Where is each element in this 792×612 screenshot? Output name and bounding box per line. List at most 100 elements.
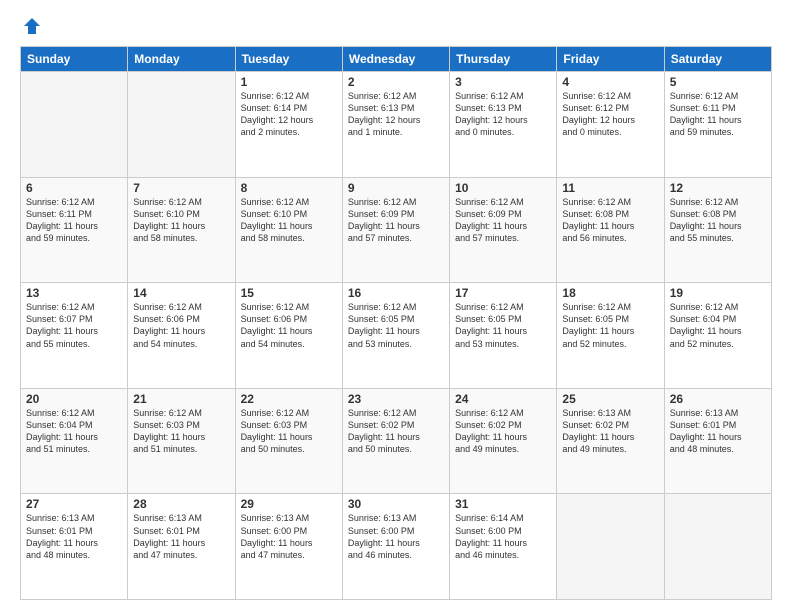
- header: [20, 16, 772, 36]
- day-number: 15: [241, 286, 337, 300]
- day-number: 2: [348, 75, 444, 89]
- calendar-day-header: Saturday: [664, 47, 771, 72]
- calendar-week-row: 1Sunrise: 6:12 AM Sunset: 6:14 PM Daylig…: [21, 72, 772, 178]
- day-info: Sunrise: 6:13 AM Sunset: 6:01 PM Dayligh…: [670, 407, 766, 456]
- day-number: 1: [241, 75, 337, 89]
- calendar-header-row: SundayMondayTuesdayWednesdayThursdayFrid…: [21, 47, 772, 72]
- calendar-cell: 10Sunrise: 6:12 AM Sunset: 6:09 PM Dayli…: [450, 177, 557, 283]
- day-info: Sunrise: 6:12 AM Sunset: 6:11 PM Dayligh…: [670, 90, 766, 139]
- day-info: Sunrise: 6:12 AM Sunset: 6:04 PM Dayligh…: [26, 407, 122, 456]
- day-number: 12: [670, 181, 766, 195]
- calendar-cell: 8Sunrise: 6:12 AM Sunset: 6:10 PM Daylig…: [235, 177, 342, 283]
- day-info: Sunrise: 6:12 AM Sunset: 6:08 PM Dayligh…: [670, 196, 766, 245]
- day-number: 23: [348, 392, 444, 406]
- calendar-table: SundayMondayTuesdayWednesdayThursdayFrid…: [20, 46, 772, 600]
- day-info: Sunrise: 6:12 AM Sunset: 6:03 PM Dayligh…: [241, 407, 337, 456]
- calendar-cell: 22Sunrise: 6:12 AM Sunset: 6:03 PM Dayli…: [235, 388, 342, 494]
- calendar-cell: 30Sunrise: 6:13 AM Sunset: 6:00 PM Dayli…: [342, 494, 449, 600]
- calendar-week-row: 20Sunrise: 6:12 AM Sunset: 6:04 PM Dayli…: [21, 388, 772, 494]
- day-number: 4: [562, 75, 658, 89]
- day-info: Sunrise: 6:12 AM Sunset: 6:04 PM Dayligh…: [670, 301, 766, 350]
- calendar-cell: 27Sunrise: 6:13 AM Sunset: 6:01 PM Dayli…: [21, 494, 128, 600]
- day-info: Sunrise: 6:12 AM Sunset: 6:06 PM Dayligh…: [241, 301, 337, 350]
- day-info: Sunrise: 6:12 AM Sunset: 6:10 PM Dayligh…: [241, 196, 337, 245]
- day-info: Sunrise: 6:12 AM Sunset: 6:11 PM Dayligh…: [26, 196, 122, 245]
- calendar-cell: 19Sunrise: 6:12 AM Sunset: 6:04 PM Dayli…: [664, 283, 771, 389]
- calendar-cell: 18Sunrise: 6:12 AM Sunset: 6:05 PM Dayli…: [557, 283, 664, 389]
- day-info: Sunrise: 6:12 AM Sunset: 6:05 PM Dayligh…: [348, 301, 444, 350]
- day-info: Sunrise: 6:12 AM Sunset: 6:02 PM Dayligh…: [348, 407, 444, 456]
- calendar-day-header: Thursday: [450, 47, 557, 72]
- calendar-cell: 12Sunrise: 6:12 AM Sunset: 6:08 PM Dayli…: [664, 177, 771, 283]
- day-info: Sunrise: 6:13 AM Sunset: 6:02 PM Dayligh…: [562, 407, 658, 456]
- day-info: Sunrise: 6:12 AM Sunset: 6:10 PM Dayligh…: [133, 196, 229, 245]
- day-number: 26: [670, 392, 766, 406]
- page: SundayMondayTuesdayWednesdayThursdayFrid…: [0, 0, 792, 612]
- day-info: Sunrise: 6:12 AM Sunset: 6:09 PM Dayligh…: [348, 196, 444, 245]
- day-info: Sunrise: 6:12 AM Sunset: 6:14 PM Dayligh…: [241, 90, 337, 139]
- calendar-cell: 4Sunrise: 6:12 AM Sunset: 6:12 PM Daylig…: [557, 72, 664, 178]
- day-info: Sunrise: 6:12 AM Sunset: 6:13 PM Dayligh…: [348, 90, 444, 139]
- day-number: 5: [670, 75, 766, 89]
- day-number: 10: [455, 181, 551, 195]
- day-number: 25: [562, 392, 658, 406]
- day-number: 11: [562, 181, 658, 195]
- day-info: Sunrise: 6:12 AM Sunset: 6:09 PM Dayligh…: [455, 196, 551, 245]
- calendar-week-row: 6Sunrise: 6:12 AM Sunset: 6:11 PM Daylig…: [21, 177, 772, 283]
- day-info: Sunrise: 6:12 AM Sunset: 6:12 PM Dayligh…: [562, 90, 658, 139]
- day-number: 30: [348, 497, 444, 511]
- logo-text: [20, 16, 42, 36]
- calendar-cell: 23Sunrise: 6:12 AM Sunset: 6:02 PM Dayli…: [342, 388, 449, 494]
- day-info: Sunrise: 6:12 AM Sunset: 6:03 PM Dayligh…: [133, 407, 229, 456]
- day-info: Sunrise: 6:13 AM Sunset: 6:00 PM Dayligh…: [241, 512, 337, 561]
- day-number: 19: [670, 286, 766, 300]
- calendar-cell: 21Sunrise: 6:12 AM Sunset: 6:03 PM Dayli…: [128, 388, 235, 494]
- day-number: 24: [455, 392, 551, 406]
- day-info: Sunrise: 6:13 AM Sunset: 6:01 PM Dayligh…: [26, 512, 122, 561]
- logo: [20, 16, 42, 36]
- day-number: 20: [26, 392, 122, 406]
- day-number: 3: [455, 75, 551, 89]
- day-number: 16: [348, 286, 444, 300]
- calendar-cell: 2Sunrise: 6:12 AM Sunset: 6:13 PM Daylig…: [342, 72, 449, 178]
- calendar-cell: 1Sunrise: 6:12 AM Sunset: 6:14 PM Daylig…: [235, 72, 342, 178]
- calendar-day-header: Tuesday: [235, 47, 342, 72]
- calendar-cell: 11Sunrise: 6:12 AM Sunset: 6:08 PM Dayli…: [557, 177, 664, 283]
- calendar-cell: 31Sunrise: 6:14 AM Sunset: 6:00 PM Dayli…: [450, 494, 557, 600]
- day-info: Sunrise: 6:12 AM Sunset: 6:06 PM Dayligh…: [133, 301, 229, 350]
- calendar-day-header: Monday: [128, 47, 235, 72]
- day-number: 9: [348, 181, 444, 195]
- day-number: 6: [26, 181, 122, 195]
- calendar-cell: 24Sunrise: 6:12 AM Sunset: 6:02 PM Dayli…: [450, 388, 557, 494]
- calendar-day-header: Wednesday: [342, 47, 449, 72]
- calendar-day-header: Sunday: [21, 47, 128, 72]
- day-info: Sunrise: 6:13 AM Sunset: 6:01 PM Dayligh…: [133, 512, 229, 561]
- calendar-cell: [21, 72, 128, 178]
- day-number: 21: [133, 392, 229, 406]
- logo-icon: [22, 16, 42, 36]
- day-number: 22: [241, 392, 337, 406]
- calendar-cell: 26Sunrise: 6:13 AM Sunset: 6:01 PM Dayli…: [664, 388, 771, 494]
- calendar-cell: 29Sunrise: 6:13 AM Sunset: 6:00 PM Dayli…: [235, 494, 342, 600]
- day-info: Sunrise: 6:12 AM Sunset: 6:05 PM Dayligh…: [562, 301, 658, 350]
- calendar-cell: [128, 72, 235, 178]
- calendar-cell: 3Sunrise: 6:12 AM Sunset: 6:13 PM Daylig…: [450, 72, 557, 178]
- day-info: Sunrise: 6:12 AM Sunset: 6:13 PM Dayligh…: [455, 90, 551, 139]
- calendar-cell: 28Sunrise: 6:13 AM Sunset: 6:01 PM Dayli…: [128, 494, 235, 600]
- day-number: 14: [133, 286, 229, 300]
- calendar-cell: 14Sunrise: 6:12 AM Sunset: 6:06 PM Dayli…: [128, 283, 235, 389]
- calendar-cell: 5Sunrise: 6:12 AM Sunset: 6:11 PM Daylig…: [664, 72, 771, 178]
- calendar-cell: 16Sunrise: 6:12 AM Sunset: 6:05 PM Dayli…: [342, 283, 449, 389]
- day-info: Sunrise: 6:12 AM Sunset: 6:02 PM Dayligh…: [455, 407, 551, 456]
- day-number: 28: [133, 497, 229, 511]
- calendar-day-header: Friday: [557, 47, 664, 72]
- day-info: Sunrise: 6:12 AM Sunset: 6:07 PM Dayligh…: [26, 301, 122, 350]
- calendar-cell: 7Sunrise: 6:12 AM Sunset: 6:10 PM Daylig…: [128, 177, 235, 283]
- calendar-cell: 6Sunrise: 6:12 AM Sunset: 6:11 PM Daylig…: [21, 177, 128, 283]
- calendar-cell: 20Sunrise: 6:12 AM Sunset: 6:04 PM Dayli…: [21, 388, 128, 494]
- day-number: 18: [562, 286, 658, 300]
- day-info: Sunrise: 6:14 AM Sunset: 6:00 PM Dayligh…: [455, 512, 551, 561]
- day-number: 31: [455, 497, 551, 511]
- day-number: 13: [26, 286, 122, 300]
- calendar-cell: 13Sunrise: 6:12 AM Sunset: 6:07 PM Dayli…: [21, 283, 128, 389]
